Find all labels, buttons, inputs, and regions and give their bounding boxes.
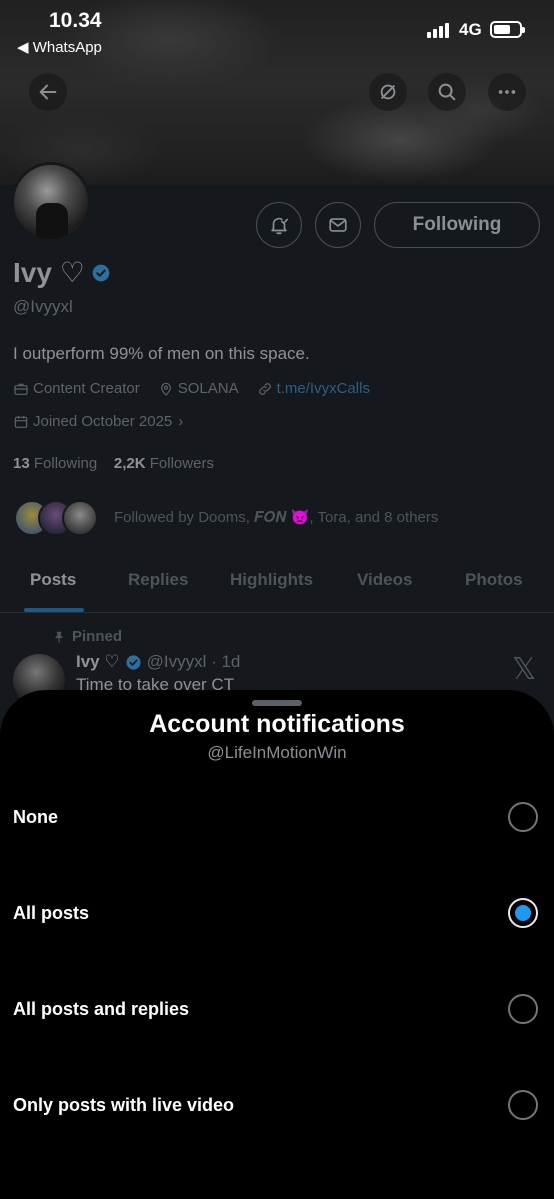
status-time: 10.34 bbox=[49, 9, 102, 32]
post-header: Ivy ♡ @Ivyyxl · 1d bbox=[76, 652, 240, 672]
sheet-subtitle: @LifeInMotionWin bbox=[207, 743, 347, 762]
profile-name-row: Ivy ♡ bbox=[13, 256, 111, 289]
followed-by-avatars[interactable] bbox=[14, 500, 104, 538]
search-button[interactable] bbox=[428, 73, 466, 111]
sheet-grabber[interactable] bbox=[252, 700, 302, 706]
profile-category: Content Creator bbox=[13, 380, 140, 397]
pin-icon bbox=[55, 631, 63, 643]
profile-name: Ivy ♡ bbox=[13, 257, 85, 288]
bell-check-icon bbox=[271, 217, 289, 235]
back-button[interactable] bbox=[29, 73, 67, 111]
profile-handle: @Ivyyxl bbox=[13, 297, 73, 316]
envelope-icon bbox=[329, 218, 347, 232]
option-label: All posts bbox=[13, 903, 90, 923]
option-all-posts[interactable]: All posts bbox=[0, 884, 554, 948]
tab-videos[interactable]: Videos bbox=[357, 570, 412, 590]
profile-location: SOLANA bbox=[158, 380, 239, 397]
verified-badge-icon bbox=[126, 654, 141, 670]
profile-joined[interactable]: Joined October 2025 › bbox=[13, 413, 183, 430]
following-count-link[interactable]: 13 Following bbox=[13, 455, 97, 472]
followers-count-link[interactable]: 2,2K Followers bbox=[114, 455, 214, 472]
tab-posts[interactable]: Posts bbox=[30, 570, 76, 590]
grok-icon bbox=[380, 84, 396, 100]
option-live-video-only[interactable]: Only posts with live video bbox=[0, 1076, 554, 1140]
battery-icon bbox=[490, 21, 525, 38]
message-button[interactable] bbox=[315, 202, 361, 248]
location-pin-icon bbox=[160, 382, 171, 396]
more-button[interactable] bbox=[488, 73, 526, 111]
verified-badge-icon bbox=[92, 264, 110, 281]
briefcase-icon bbox=[14, 383, 28, 395]
arrow-left-icon bbox=[39, 84, 57, 100]
post-handle-time: @Ivyyxl · 1d bbox=[146, 652, 241, 671]
network-type: 4G bbox=[459, 20, 482, 39]
tab-photos[interactable]: Photos bbox=[465, 570, 523, 590]
signal-icon bbox=[427, 22, 453, 38]
link-icon bbox=[258, 382, 271, 395]
more-horizontal-icon bbox=[498, 90, 516, 94]
tab-highlights[interactable]: Highlights bbox=[230, 570, 313, 590]
account-notifications-sheet: Account notifications @LifeInMotionWin N… bbox=[0, 690, 554, 1199]
option-all-posts-and-replies[interactable]: All posts and replies bbox=[0, 980, 554, 1044]
profile-avatar[interactable] bbox=[11, 162, 91, 242]
option-label: All posts and replies bbox=[13, 999, 190, 1019]
post-author-name[interactable]: Ivy ♡ bbox=[76, 652, 120, 672]
profile-bio: I outperform 99% of men on this space. bbox=[13, 344, 310, 363]
pinned-indicator: Pinned bbox=[52, 628, 122, 645]
radio-button[interactable] bbox=[508, 994, 538, 1024]
profile-tabs: Posts Replies Highlights Videos Photos bbox=[0, 560, 554, 613]
option-label: None bbox=[13, 807, 58, 827]
follower-avatar bbox=[62, 500, 98, 536]
followed-by-text[interactable]: Followed by Dooms, 𝑭𝑶𝑵 👿, Tora, and 8 ot… bbox=[114, 508, 438, 526]
tab-replies[interactable]: Replies bbox=[128, 570, 188, 590]
radio-button[interactable] bbox=[508, 1090, 538, 1120]
active-tab-indicator bbox=[24, 608, 84, 612]
follow-counts: 13 Following 2,2K Followers bbox=[13, 455, 214, 472]
chevron-right-icon: › bbox=[178, 413, 184, 430]
calendar-icon bbox=[14, 415, 28, 428]
following-button[interactable]: Following bbox=[374, 202, 540, 248]
radio-button-selected[interactable] bbox=[508, 898, 538, 928]
profile-meta-row: Content Creator SOLANA t.me/IvyxCalls bbox=[13, 380, 388, 397]
radio-button[interactable] bbox=[508, 802, 538, 832]
option-label: Only posts with live video bbox=[13, 1095, 235, 1115]
option-none[interactable]: None bbox=[0, 788, 554, 852]
back-to-app-link[interactable]: ◀ WhatsApp bbox=[17, 38, 102, 56]
profile-link[interactable]: t.me/IvyxCalls bbox=[257, 380, 370, 397]
grok-button[interactable] bbox=[369, 73, 407, 111]
x-logo-icon: 𝕏 bbox=[512, 652, 537, 687]
status-bar: 10.34 ◀ WhatsApp 4G bbox=[0, 0, 554, 62]
search-icon bbox=[438, 83, 456, 101]
sheet-title: Account notifications bbox=[149, 710, 405, 738]
notifications-button[interactable] bbox=[256, 202, 302, 248]
